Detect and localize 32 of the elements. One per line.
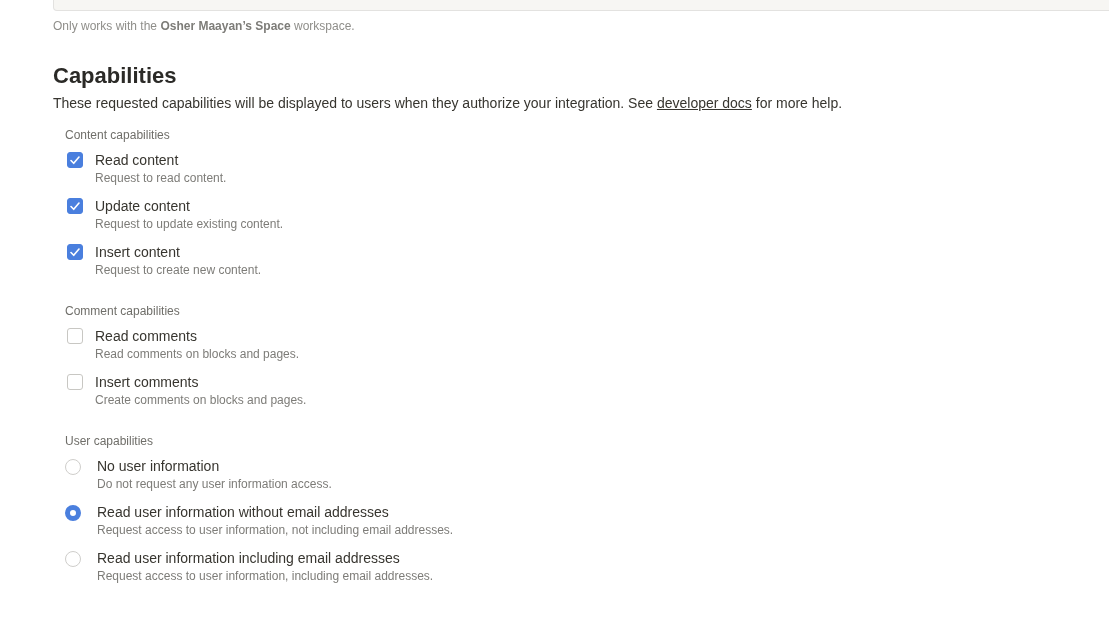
radio-button[interactable] xyxy=(65,551,81,567)
checkbox[interactable] xyxy=(67,198,83,214)
input-field[interactable] xyxy=(53,0,1109,11)
option-label: Read comments xyxy=(95,327,198,345)
capabilities-description: These requested capabilities will be displayed to users when they authorize your integration. See developer docs for more help. xyxy=(53,94,844,113)
option-label: Insert content xyxy=(95,243,181,261)
option-description: Read comments on blocks and pages. xyxy=(95,346,300,363)
option-label: Read content xyxy=(95,151,180,169)
option-description: Request access to user information, not including email addresses. xyxy=(97,522,454,539)
option-description: Request to create new content. xyxy=(95,262,262,279)
checkbox[interactable] xyxy=(67,328,83,344)
radio-button[interactable] xyxy=(65,459,81,475)
checkbox[interactable] xyxy=(67,374,83,390)
group-label: User capabilities xyxy=(65,433,155,449)
section-title: Capabilities xyxy=(53,62,178,90)
checkbox[interactable] xyxy=(67,244,83,260)
checkbox[interactable] xyxy=(67,152,83,168)
workspace-note: Only works with the Osher Maayan’s Space workspace. xyxy=(53,18,356,34)
option-description: Create comments on blocks and pages. xyxy=(95,392,307,409)
option-label: Update content xyxy=(95,197,191,215)
group-label: Comment capabilities xyxy=(65,303,181,319)
option-label: Read user information including email addresses xyxy=(97,549,401,567)
option-description: Do not request any user information access. xyxy=(97,476,332,493)
group-label: Content capabilities xyxy=(65,127,171,143)
developer-docs-link[interactable]: developer docs xyxy=(656,95,752,111)
option-label: Read user information without email addresses xyxy=(97,503,390,521)
option-description: Request to read content. xyxy=(95,170,227,187)
option-description: Request to update existing content. xyxy=(95,216,284,233)
radio-button[interactable] xyxy=(65,505,81,521)
option-label: No user information xyxy=(97,457,221,475)
option-description: Request access to user information, including email addresses. xyxy=(97,568,434,585)
option-label: Insert comments xyxy=(95,373,200,391)
